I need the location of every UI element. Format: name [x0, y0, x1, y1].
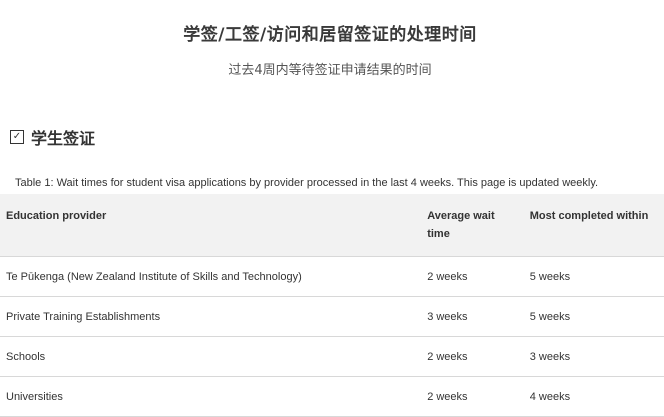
section-heading-label: 学生签证 [31, 129, 96, 148]
wait-times-table: Education provider Average wait time Mos… [0, 194, 664, 417]
provider-cell: Private Training Establishments [0, 296, 422, 337]
section-heading: ✓ 学生签证 [10, 125, 95, 149]
provider-cell: Schools [0, 336, 422, 377]
most-completed-cell: 4 weeks [523, 376, 664, 417]
most-completed-cell: 5 weeks [523, 256, 664, 297]
provider-cell: Universities [0, 376, 422, 417]
average-wait-cell: 2 weeks [421, 256, 524, 297]
header-education-provider: Education provider [0, 194, 422, 257]
checkbox-icon: ✓ [10, 130, 24, 144]
table-header-row: Education provider Average wait time Mos… [0, 194, 664, 257]
page-title: 学签/工签/访问和居留签证的处理时间 [183, 25, 477, 45]
average-wait-cell: 2 weeks [421, 336, 524, 377]
average-wait-cell: 3 weeks [421, 296, 524, 337]
page-subtitle: 过去4周内等待签证申请结果的时间 [228, 63, 432, 78]
most-completed-cell: 3 weeks [523, 336, 664, 377]
table-caption: Table 1: Wait times for student visa app… [15, 177, 599, 189]
provider-cell: Te Pūkenga (New Zealand Institute of Ski… [0, 256, 422, 297]
header-most-completed-within: Most completed within [523, 194, 664, 257]
table-row: Schools 2 weeks 3 weeks [0, 336, 664, 377]
table-row: Te Pūkenga (New Zealand Institute of Ski… [0, 256, 664, 297]
average-wait-cell: 2 weeks [421, 376, 524, 417]
header-average-wait-time: Average wait time [421, 194, 524, 257]
table-row: Private Training Establishments 3 weeks … [0, 296, 664, 337]
table-row: Universities 2 weeks 4 weeks [0, 376, 664, 417]
most-completed-cell: 5 weeks [523, 296, 664, 337]
